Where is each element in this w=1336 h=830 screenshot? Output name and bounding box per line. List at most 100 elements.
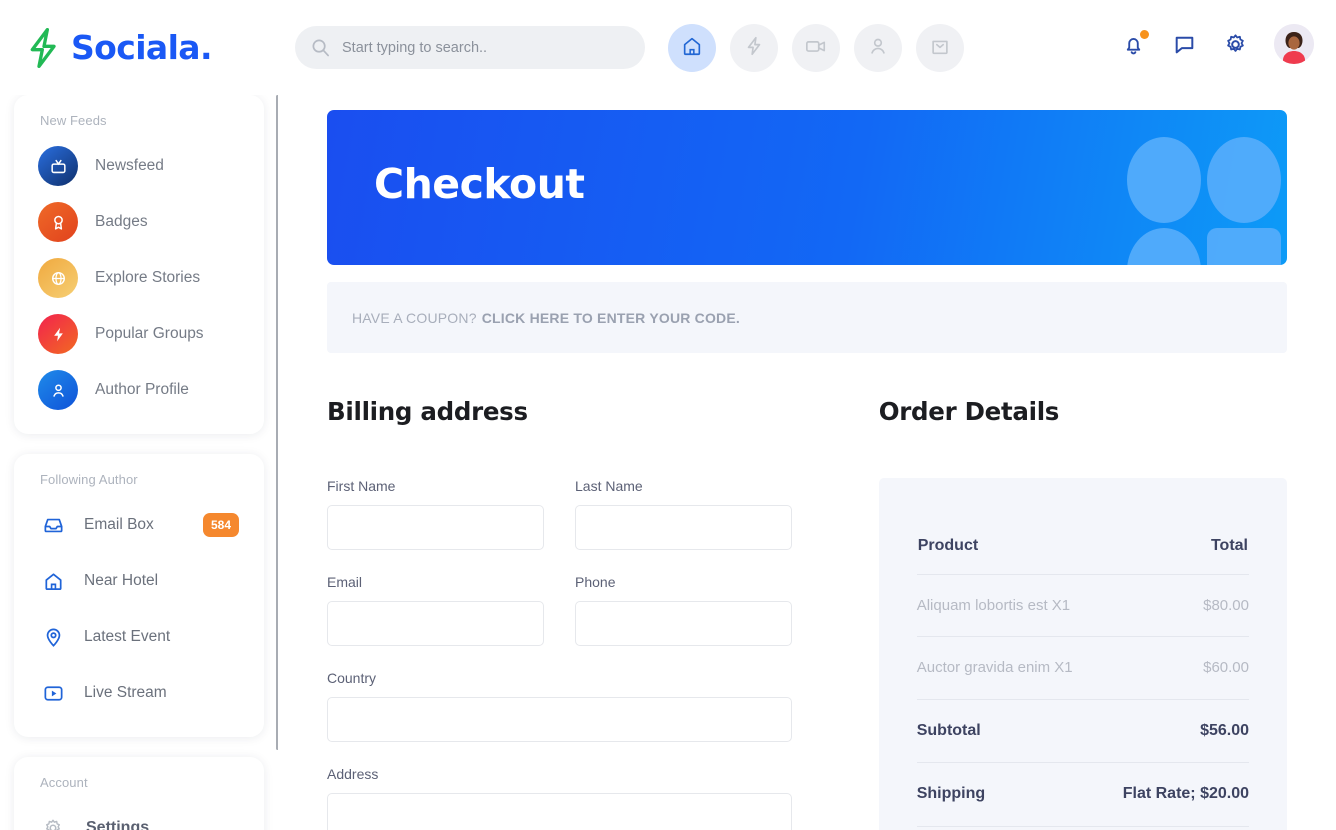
sidebar-item-label: Author Profile [95,381,189,398]
sidebar-item-label: Explore Stories [95,269,201,286]
play-video-icon [38,673,68,713]
page-title: Checkout [374,160,585,208]
table-row: Aliquam lobortis est X1 $80.00 [916,574,1249,638]
nav-video-button[interactable] [792,24,840,72]
globe-icon [38,258,78,298]
sidebar-item-label: Newsfeed [95,157,164,174]
gear-icon [1227,33,1244,52]
home-icon [681,35,703,62]
logo-text: Sociala. [71,28,213,67]
order-item-total: $60.00 [1102,636,1249,700]
sidebar-item-popular-groups[interactable]: Popular Groups [14,306,264,362]
sidebar-item-live-stream[interactable]: Live Stream [14,665,264,721]
order-title: Order Details [878,397,1060,426]
order-table-header: Product Total [916,536,1249,575]
sidebar-item-label: Settings [86,819,150,830]
logo[interactable]: Sociala. [24,26,274,70]
nav-profile-button[interactable] [854,24,902,72]
chat-bubble-icon [1175,36,1194,53]
table-row-subtotal: Subtotal $56.00 [916,699,1249,764]
subtotal-value: $56.00 [1102,699,1249,764]
avatar[interactable] [1274,24,1314,64]
person-icon [38,370,78,410]
messages-button[interactable] [1172,32,1197,57]
column-total: Total [1102,536,1249,575]
country-label: Country [327,670,377,686]
sidebar-item-newsfeed[interactable]: Newsfeed [14,138,264,194]
last-name-label: Last Name [575,478,643,494]
sidebar-item-badges[interactable]: Badges [14,194,264,250]
shopping-bag-icon [929,35,951,62]
sidebar-item-label: Latest Event [84,628,171,645]
phone-label: Phone [575,574,616,590]
order-details-section: Order Details Product Total Aliquam lobo… [878,397,1287,830]
notification-dot [1140,29,1149,39]
billing-address-section: Billing address First Name Last Name Ema… [327,397,821,830]
video-camera-icon [804,35,828,62]
main-content: Checkout HAVE A COUPON? CLICK HERE TO EN… [278,95,1336,830]
sidebar-section-title: New Feeds [40,113,107,128]
field-email: Email [327,574,544,646]
top-header: Sociala. [0,0,1336,95]
order-item-name: Auctor gravida enim X1 [916,636,1103,700]
notifications-button[interactable] [1121,29,1149,57]
first-name-label: First Name [327,478,396,494]
lightning-icon [38,314,78,354]
first-name-input[interactable] [327,505,544,550]
sidebar-section-account: Account Settings [14,757,264,830]
sidebar-section-title: Following Author [40,472,138,487]
header-right-icons [1121,24,1314,64]
search-input[interactable] [340,38,610,57]
sidebar-item-near-hotel[interactable]: Near Hotel [14,553,264,609]
phone-input[interactable] [575,601,792,646]
coupon-bar[interactable]: HAVE A COUPON? CLICK HERE TO ENTER YOUR … [327,282,1287,353]
tv-icon [38,146,78,186]
order-item-total: $80.00 [1102,574,1249,638]
sidebar-item-email-box[interactable]: Email Box 584 [14,497,264,553]
address-input[interactable] [327,793,792,830]
field-first-name: First Name [327,478,544,550]
email-input[interactable] [327,601,544,646]
checkout-banner: Checkout [327,110,1287,265]
sidebar-item-settings[interactable]: Settings [14,800,264,830]
left-sidebar: New Feeds Newsfeed Badges Explore Storie… [0,95,278,830]
banner-decoration [1127,110,1287,265]
sidebar-item-label: Email Box [84,516,154,533]
shipping-value: Flat Rate; $20.00 [1102,762,1249,828]
field-address: Address [327,766,792,830]
coupon-link[interactable]: CLICK HERE TO ENTER YOUR CODE. [482,310,740,326]
sidebar-item-latest-event[interactable]: Latest Event [14,609,264,665]
shipping-label: Shipping [916,762,1103,828]
nav-home-button[interactable] [668,24,716,72]
last-name-input[interactable] [575,505,792,550]
address-label: Address [327,766,379,782]
field-last-name: Last Name [575,478,792,550]
coupon-text: HAVE A COUPON? [352,309,477,326]
nav-lightning-button[interactable] [730,24,778,72]
order-item-name: Aliquam lobortis est X1 [916,574,1103,638]
home-icon [38,561,68,601]
sidebar-item-author-profile[interactable]: Author Profile [14,362,264,418]
search-box[interactable] [295,26,645,69]
billing-title: Billing address [327,397,528,426]
country-input[interactable] [327,697,792,742]
order-summary-card: Product Total Aliquam lobortis est X1 $8… [878,478,1287,830]
column-product: Product [916,536,1103,575]
nav-shop-button[interactable] [916,24,964,72]
lightning-icon [743,35,765,62]
sidebar-section-following-author: Following Author Email Box 584 Near Hote… [14,454,264,737]
sidebar-item-label: Popular Groups [95,325,204,342]
table-row: Auctor gravida enim X1 $60.00 [916,636,1249,700]
sidebar-section-title: Account [40,775,88,790]
lightning-bolt-icon [24,26,64,70]
sidebar-section-new-feeds: New Feeds Newsfeed Badges Explore Storie… [14,95,264,434]
sidebar-item-label: Near Hotel [84,572,159,589]
sidebar-item-explore-stories[interactable]: Explore Stories [14,250,264,306]
settings-button[interactable] [1223,32,1248,57]
field-phone: Phone [575,574,792,646]
field-country: Country [327,670,792,742]
inbox-icon [38,505,68,545]
header-nav-icons [668,24,964,72]
table-row-shipping: Shipping Flat Rate; $20.00 [916,762,1249,828]
subtotal-label: Subtotal [916,699,1103,764]
